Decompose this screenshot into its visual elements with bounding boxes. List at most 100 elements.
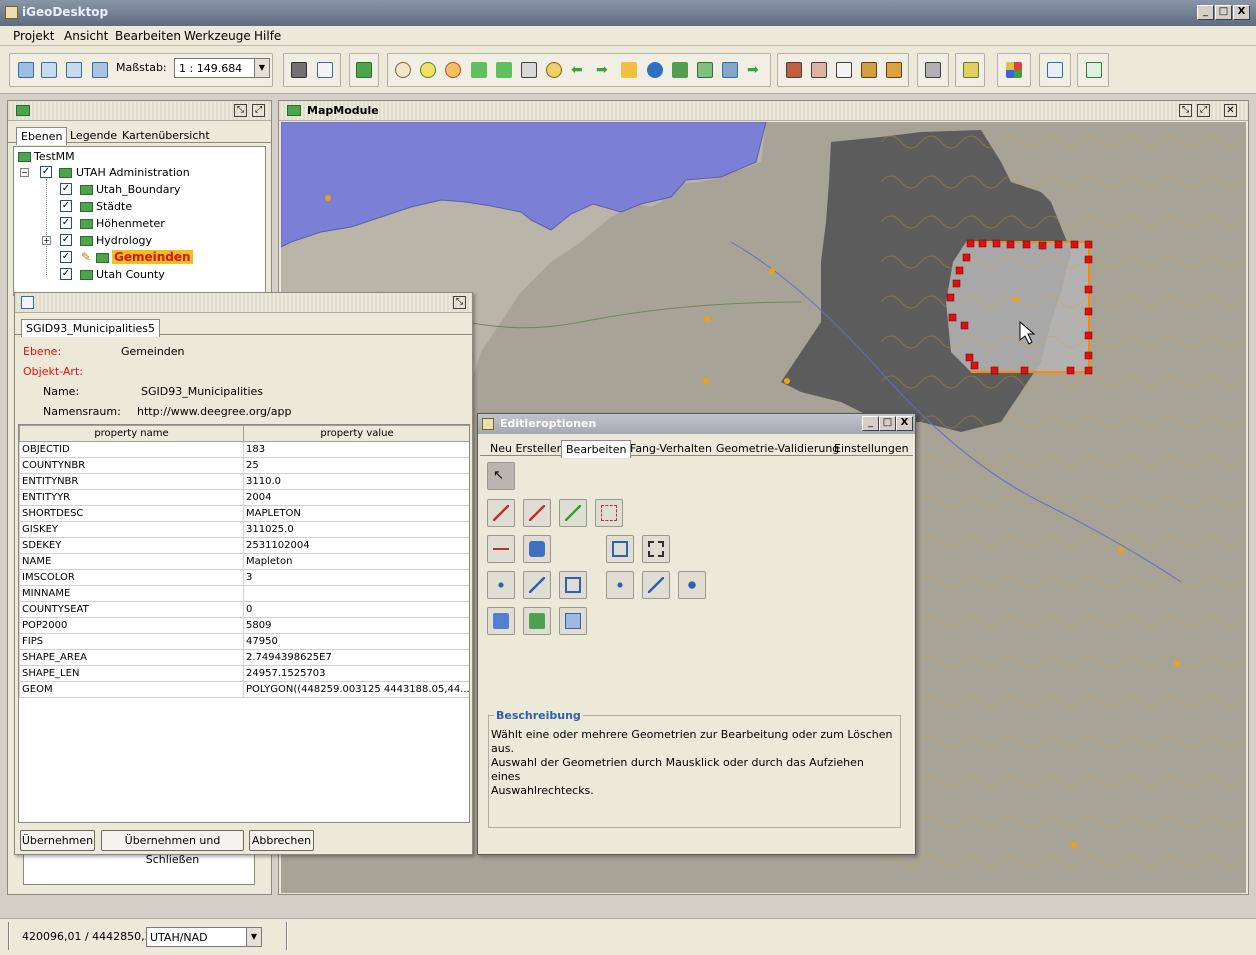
dialog-close-button[interactable]: X: [896, 416, 913, 431]
layer-paste-icon[interactable]: [722, 62, 738, 78]
zoom-extent-icon[interactable]: [471, 62, 487, 78]
tab-geometrie-validierung[interactable]: Geometrie-Validierung: [712, 440, 843, 457]
wkt-icon[interactable]: [836, 62, 852, 78]
layer-copy-icon[interactable]: [697, 62, 713, 78]
property-value-cell[interactable]: 0: [243, 601, 469, 618]
maximize-panel-icon[interactable]: ⤢: [252, 104, 265, 117]
select-all-button[interactable]: [642, 535, 670, 563]
tree-root[interactable]: TestMM: [34, 150, 75, 163]
menu-hilfe[interactable]: Hilfe: [254, 29, 281, 43]
property-value-cell[interactable]: [243, 585, 469, 602]
project-settings-icon[interactable]: [92, 62, 108, 78]
table-row[interactable]: SHAPE_LEN 24957.1525703: [19, 665, 469, 682]
table-row[interactable]: POP2000 5809: [19, 617, 469, 634]
layer-hoehenmeter[interactable]: Höhenmeter: [96, 217, 165, 230]
table-row[interactable]: GEOM POLYGON((448259.003125 4443188.05,44…: [19, 681, 469, 698]
property-value-cell[interactable]: 183: [243, 441, 469, 458]
table-row[interactable]: IMSCOLOR 3: [19, 569, 469, 586]
zoom-window-icon[interactable]: [521, 62, 537, 78]
layer-utah-boundary[interactable]: Utah_Boundary: [96, 183, 181, 196]
attribute-button[interactable]: [559, 607, 587, 635]
clipboard-icon[interactable]: [886, 62, 902, 78]
table-row[interactable]: ENTITYYR 2004: [19, 489, 469, 506]
color-grid-icon[interactable]: [1006, 62, 1022, 78]
property-value-cell[interactable]: 25: [243, 457, 469, 474]
tab-fang-verhalten[interactable]: Fang-Verhalten: [626, 440, 716, 457]
table-row[interactable]: COUNTYSEAT 0: [19, 601, 469, 618]
menu-projekt[interactable]: Projekt: [13, 29, 54, 43]
vertex-delete-button[interactable]: [559, 571, 587, 599]
table-row[interactable]: SHAPE_AREA 2.7494398625E7: [19, 649, 469, 666]
checkbox-staedte[interactable]: ✓: [60, 200, 72, 212]
measure-icon[interactable]: [672, 62, 688, 78]
checkbox-hydrology[interactable]: ✓: [60, 234, 72, 246]
minimize-panel-icon[interactable]: ⤡: [1179, 104, 1192, 117]
chevron-down-icon[interactable]: ▼: [254, 59, 269, 77]
close-button[interactable]: X: [1233, 5, 1250, 20]
table-row[interactable]: OBJECTID 183: [19, 441, 469, 458]
new-project-icon[interactable]: [18, 62, 34, 78]
layer-staedte[interactable]: Städte: [96, 200, 132, 213]
crs-combobox[interactable]: UTAH/NAD ▼: [146, 927, 262, 947]
add-layer-icon[interactable]: [356, 62, 372, 78]
tab-ebenen[interactable]: Ebenen: [16, 127, 68, 145]
tab-feature[interactable]: SGID93_Municipalities5: [21, 319, 161, 337]
expand-icon[interactable]: +: [42, 236, 51, 245]
forward-icon[interactable]: ➡: [596, 62, 608, 78]
print-preview-icon[interactable]: [291, 62, 307, 78]
collapse-icon[interactable]: −: [20, 168, 29, 177]
dialog-minimize-button[interactable]: _: [862, 416, 879, 431]
tab-neu-erstellen[interactable]: Neu Erstellen: [486, 440, 568, 457]
select-geometry-button[interactable]: ↖: [487, 462, 515, 490]
minimize-panel-icon[interactable]: ⤡: [453, 296, 466, 309]
property-value-cell[interactable]: 2004: [243, 489, 469, 506]
vertex-move-button[interactable]: [523, 571, 551, 599]
paste-geometry-button[interactable]: [523, 607, 551, 635]
tab-legende[interactable]: Legende: [66, 127, 121, 144]
tree-group-utah-admin[interactable]: UTAH Administration: [76, 166, 190, 179]
checkbox-gemeinden[interactable]: ✓: [60, 251, 72, 263]
checkbox-utah-admin[interactable]: ✓: [40, 166, 52, 178]
menu-ansicht[interactable]: Ansicht: [64, 29, 108, 43]
property-value-cell[interactable]: 47950: [243, 633, 469, 650]
tab-bearbeiten[interactable]: Bearbeiten: [561, 440, 632, 458]
vertex-group-button[interactable]: [678, 571, 706, 599]
split-line-button[interactable]: [487, 499, 515, 527]
run-icon[interactable]: [1086, 62, 1102, 78]
col-property-name[interactable]: property name: [19, 425, 244, 442]
dialog-maximize-button[interactable]: □: [879, 416, 896, 431]
save-project-icon[interactable]: [66, 62, 82, 78]
zoom-out-icon[interactable]: [445, 62, 461, 78]
layer-hydrology[interactable]: Hydrology: [96, 234, 152, 247]
checkbox-utah-county[interactable]: ✓: [60, 268, 72, 280]
table-row[interactable]: SDEKEY 2531102004: [19, 537, 469, 554]
menu-bearbeiten[interactable]: Bearbeiten: [115, 29, 181, 43]
property-value-cell[interactable]: 3: [243, 569, 469, 586]
property-value-cell[interactable]: 311025.0: [243, 521, 469, 538]
col-property-value[interactable]: property value: [243, 425, 469, 442]
property-value-cell[interactable]: 5809: [243, 617, 469, 634]
move-geometry-button[interactable]: [559, 499, 587, 527]
close-panel-icon[interactable]: ✕: [1224, 104, 1237, 117]
info-icon[interactable]: [647, 62, 663, 78]
maximize-button[interactable]: □: [1215, 5, 1232, 20]
list-icon[interactable]: [1047, 62, 1063, 78]
image-icon[interactable]: [861, 62, 877, 78]
property-value-cell[interactable]: MAPLETON: [243, 505, 469, 522]
map-frame2-icon[interactable]: [811, 62, 827, 78]
table-row[interactable]: MINNAME: [19, 585, 469, 602]
pan-icon[interactable]: [395, 62, 411, 78]
select-icon[interactable]: [621, 62, 637, 78]
table-row[interactable]: COUNTYNBR 25: [19, 457, 469, 474]
layer-gemeinden[interactable]: Gemeinden: [112, 250, 193, 264]
rotate-button[interactable]: [523, 535, 551, 563]
scale-combobox[interactable]: 1 : 149.684 ▼: [174, 58, 270, 78]
merge-line-button[interactable]: [487, 535, 515, 563]
open-project-icon[interactable]: [41, 62, 57, 78]
zoom-in-icon[interactable]: [420, 62, 436, 78]
refresh-icon[interactable]: ➡: [747, 62, 759, 78]
layer-utah-county[interactable]: Utah County: [96, 268, 165, 281]
delete-selection-button[interactable]: [595, 499, 623, 527]
tab-einstellungen[interactable]: Einstellungen: [830, 440, 913, 457]
property-value-cell[interactable]: 2531102004: [243, 537, 469, 554]
